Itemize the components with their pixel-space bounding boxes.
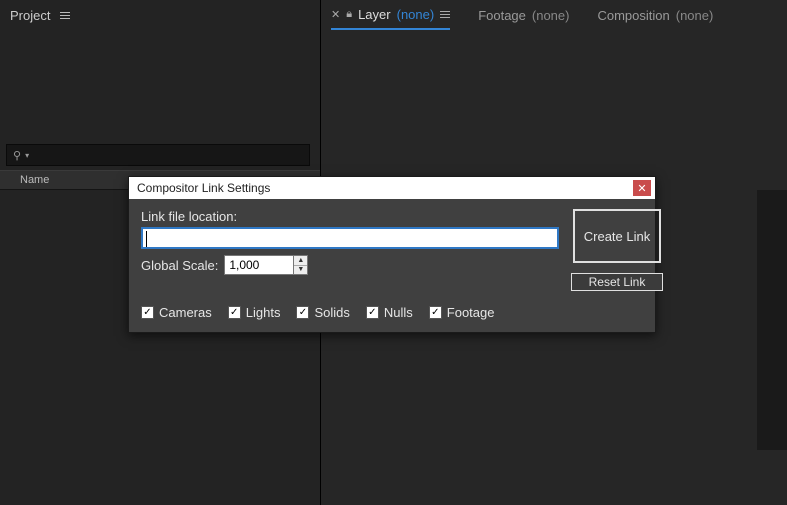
spinner-up-icon[interactable]: ▲ [294,256,307,266]
viewer-side-strip [757,190,787,450]
checkbox-solids-label: Solids [314,305,349,320]
tab-layer-value: (none) [397,7,435,22]
project-preview-area [0,30,320,140]
viewer-tabs: ✕ 🔒︎ Layer (none) Footage (none) Composi… [321,0,787,30]
reset-link-button[interactable]: Reset Link [571,273,663,291]
checkbox-icon[interactable]: ✓ [228,306,241,319]
link-location-input[interactable] [141,227,559,249]
create-link-button[interactable]: Create Link [573,209,661,263]
dialog-title: Compositor Link Settings [137,181,270,195]
checkbox-cameras-label: Cameras [159,305,212,320]
project-panel-header: Project [0,0,320,30]
search-icon: ⚲ [13,149,21,162]
link-location-label: Link file location: [141,209,559,224]
checkbox-solids[interactable]: ✓ Solids [296,305,349,320]
chevron-down-icon: ▾ [25,151,29,160]
checkbox-icon[interactable]: ✓ [141,306,154,319]
global-scale-input[interactable] [224,255,294,275]
checkbox-nulls[interactable]: ✓ Nulls [366,305,413,320]
checkbox-cameras[interactable]: ✓ Cameras [141,305,212,320]
text-cursor [146,231,147,247]
panel-menu-icon[interactable] [60,12,70,19]
close-icon[interactable]: ✕ [331,8,340,21]
lock-icon[interactable]: 🔒︎ [346,8,352,21]
checkbox-footage-label: Footage [447,305,495,320]
checkbox-icon[interactable]: ✓ [429,306,442,319]
checkbox-lights[interactable]: ✓ Lights [228,305,281,320]
project-search-input[interactable]: ⚲ ▾ [6,144,310,166]
tab-composition-value: (none) [676,8,714,23]
tab-layer[interactable]: ✕ 🔒︎ Layer (none) [331,0,450,30]
panel-menu-icon[interactable] [440,11,450,18]
tab-footage-label: Footage [478,8,526,23]
checkbox-nulls-label: Nulls [384,305,413,320]
project-panel-title: Project [10,8,50,23]
global-scale-label: Global Scale: [141,258,218,273]
tab-footage[interactable]: Footage (none) [478,0,569,30]
checkbox-icon[interactable]: ✓ [366,306,379,319]
close-icon[interactable]: ✕ [633,180,651,196]
tab-footage-value: (none) [532,8,570,23]
checkbox-lights-label: Lights [246,305,281,320]
compositor-link-settings-dialog: Compositor Link Settings ✕ Link file loc… [128,176,656,333]
checkbox-icon[interactable]: ✓ [296,306,309,319]
tab-composition[interactable]: Composition (none) [597,0,713,30]
column-name-header[interactable]: Name [0,174,49,186]
spinner-down-icon[interactable]: ▼ [294,266,307,275]
tab-composition-label: Composition [597,8,669,23]
export-options-row: ✓ Cameras ✓ Lights ✓ Solids ✓ Nulls ✓ Fo… [141,305,643,320]
tab-layer-label: Layer [358,7,391,22]
dialog-titlebar[interactable]: Compositor Link Settings ✕ [129,177,655,199]
checkbox-footage[interactable]: ✓ Footage [429,305,495,320]
global-scale-spinner[interactable]: ▲ ▼ [224,255,308,275]
